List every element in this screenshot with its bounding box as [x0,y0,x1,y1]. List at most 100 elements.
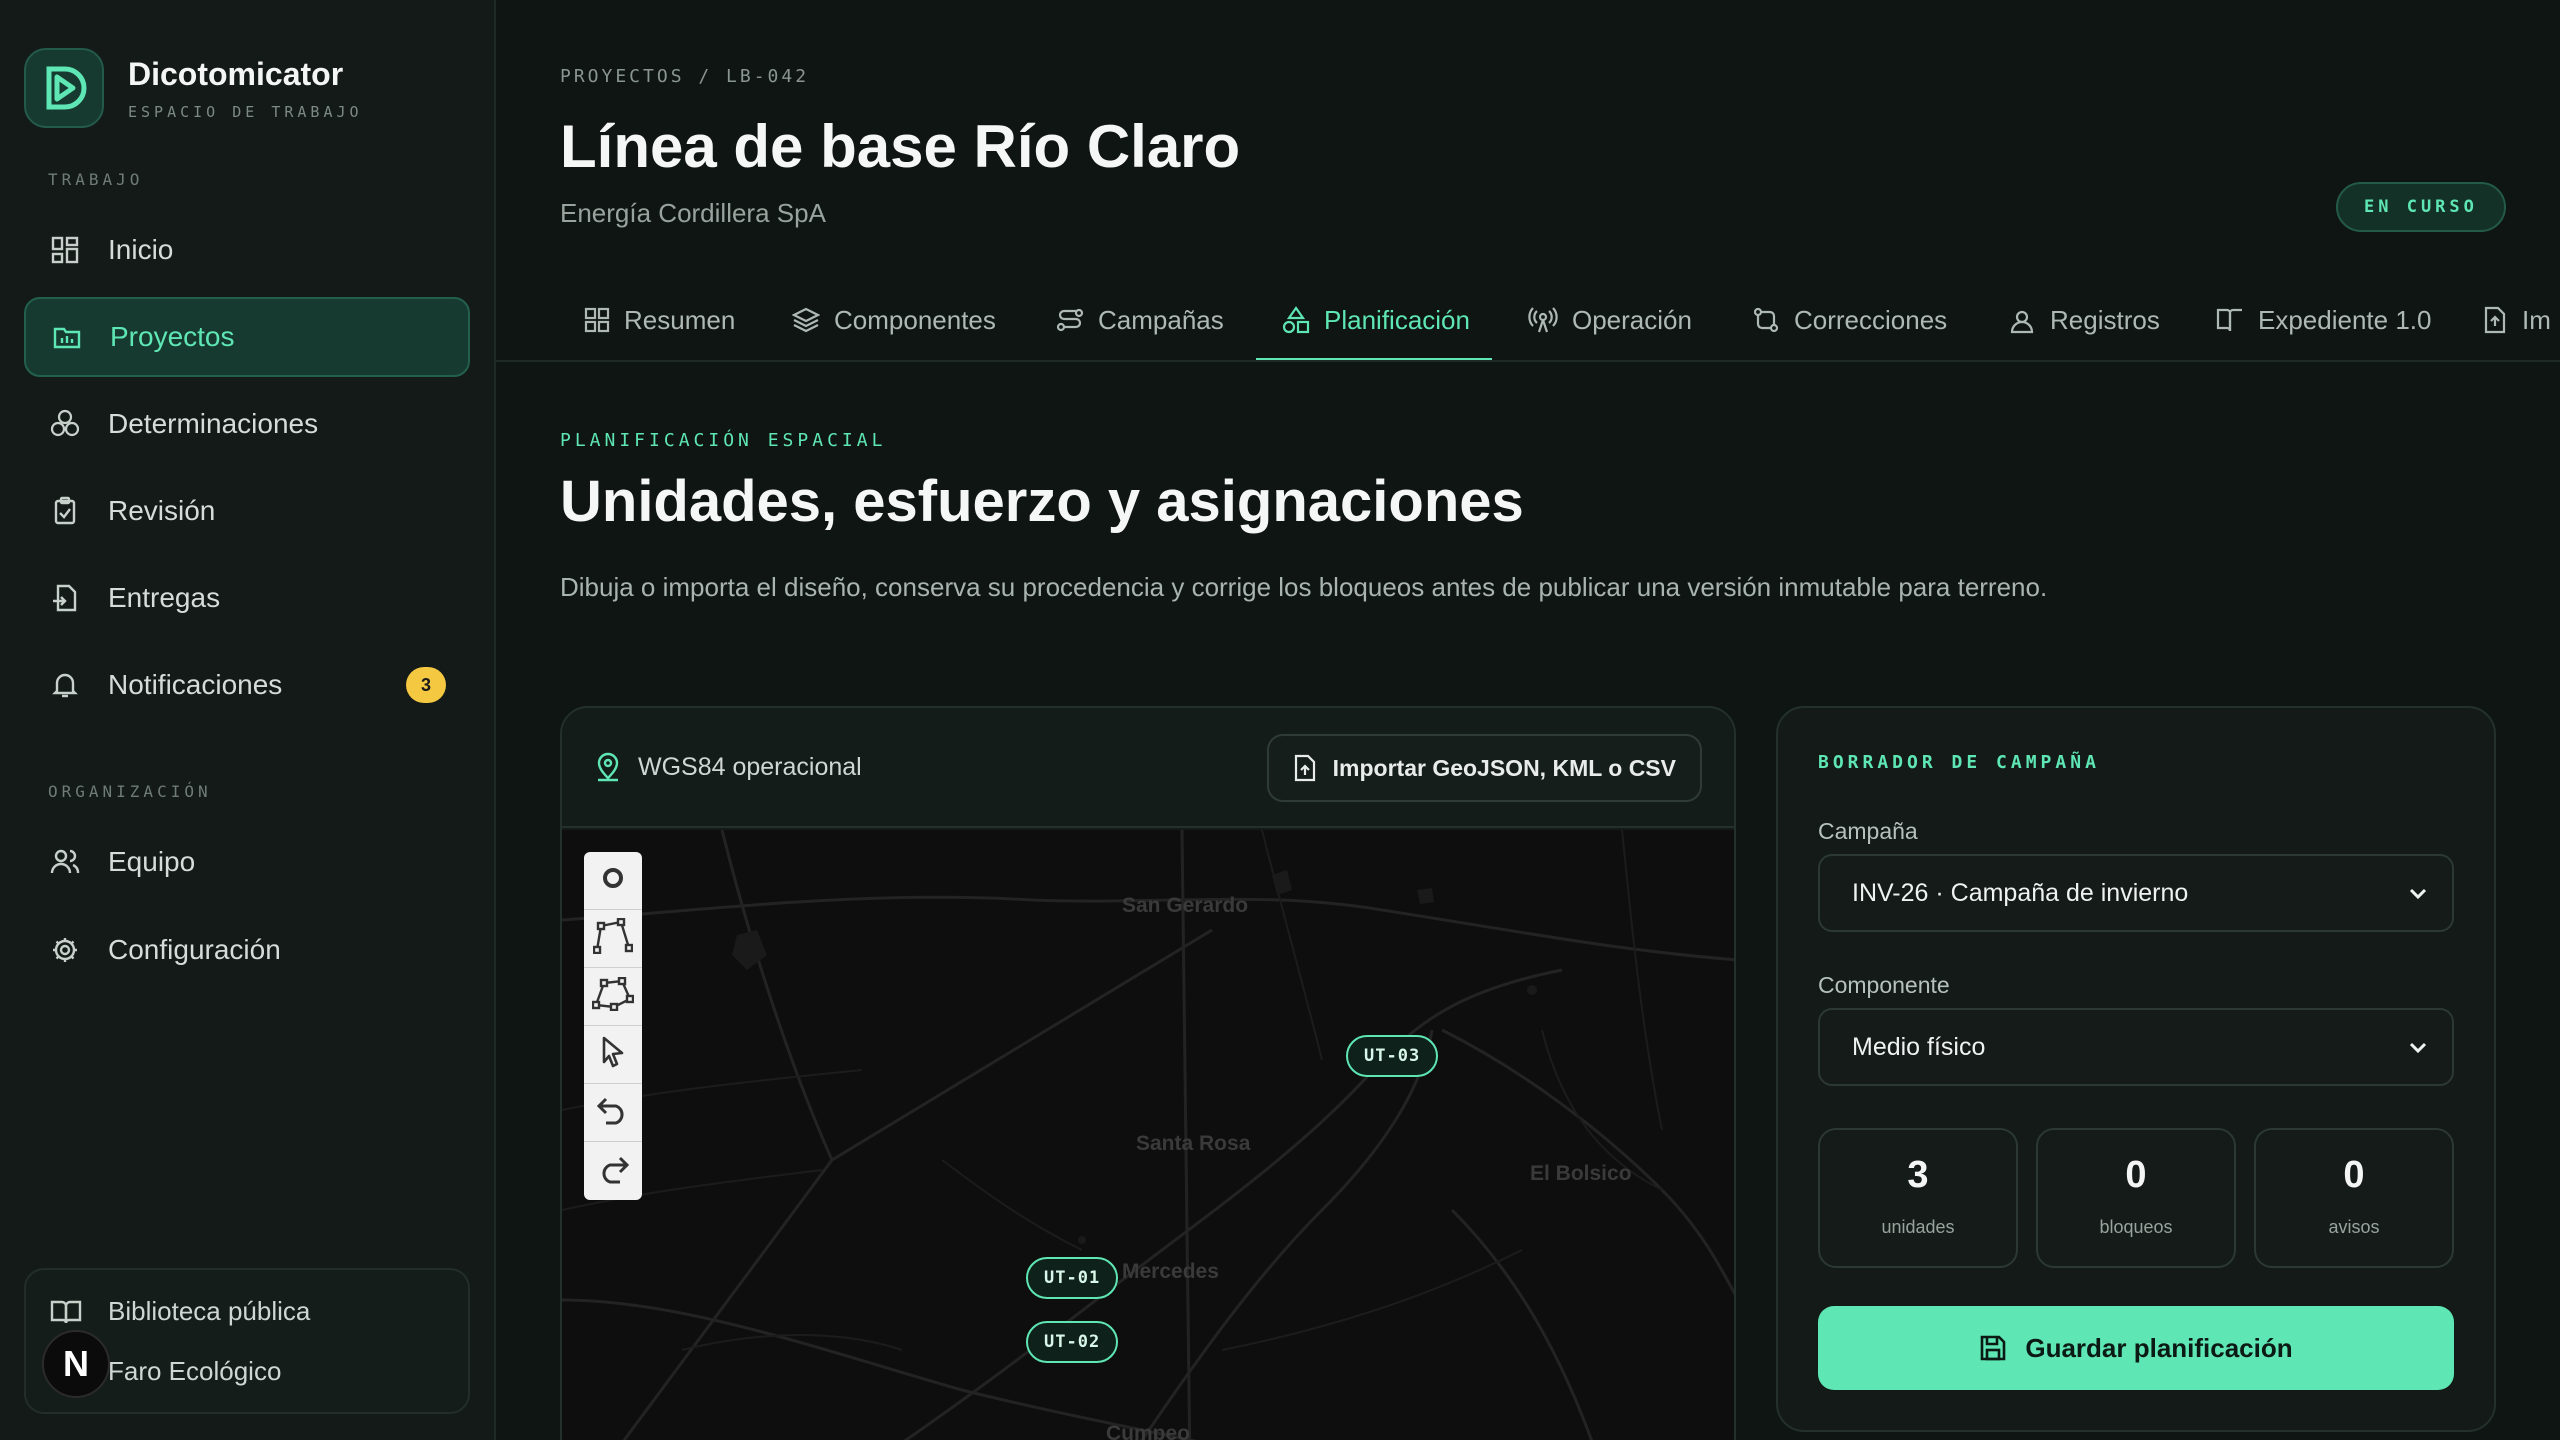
unit-marker-ut-02[interactable]: UT-02 [1026,1321,1119,1363]
sidebar-item-label: Inicio [108,234,174,265]
sidebar-item-label: Proyectos [110,321,235,352]
public-library-label: Biblioteca pública [108,1296,311,1326]
stat-label: bloqueos [2099,1217,2173,1237]
sidebar-item-label: Determinaciones [108,408,319,439]
component-field-label: Componente [1818,972,1950,998]
layers-icon [792,307,820,333]
draw-polyline-button[interactable] [584,910,642,968]
tab-resumen[interactable]: Resumen [584,278,736,360]
campaign-draft-panel: BORRADOR DE CAMPAÑA Campaña INV-26 · Cam… [1776,706,2496,1432]
tab-operacion[interactable]: Operación [1528,278,1692,360]
draw-circle-marker-button[interactable] [584,852,642,910]
users-icon [48,845,82,879]
status-badge: EN CURSO [2336,182,2506,232]
shapes-icon [1282,306,1310,334]
sidebar-item-proyectos[interactable]: Proyectos [24,297,470,377]
map-place-label: El Bolsico [1530,1162,1632,1185]
tab-label: Expediente 1.0 [2258,304,2432,335]
public-library-link[interactable]: Biblioteca pública [50,1296,310,1327]
file-import-icon [1293,754,1317,782]
folder-chart-icon [50,320,84,354]
stat-label: unidades [1881,1217,1955,1237]
tab-componentes[interactable]: Componentes [792,278,996,360]
map-canvas[interactable]: San Gerardo Santa Rosa El Bolsico Merced… [562,830,1734,1440]
app-subtitle: ESPACIO DE TRABAJO [128,102,363,121]
map-pin-icon [594,752,622,782]
import-geodata-button[interactable]: Importar GeoJSON, KML o CSV [1266,734,1702,802]
import-button-label: Importar GeoJSON, KML o CSV [1332,754,1676,781]
sidebar-item-equipo[interactable]: Equipo [24,822,470,902]
redo-icon [596,1154,630,1189]
save-planning-button[interactable]: Guardar planificación [1818,1306,2454,1390]
tab-registros[interactable]: Registros [2008,278,2160,360]
crs-label: WGS84 operacional [638,752,862,781]
sidebar-item-notificaciones[interactable]: Notificaciones 3 [24,645,470,725]
tab-label: Im [2522,304,2551,335]
select-edit-button[interactable] [584,1026,642,1084]
sidebar-item-determinaciones[interactable]: Determinaciones [24,384,470,464]
section-label-work: TRABAJO [48,170,144,189]
sidebar-item-label: Notificaciones [108,669,283,700]
stat-warnings: 0 avisos [2254,1128,2454,1268]
circle-marker-icon [600,865,626,896]
brand-logo-icon [24,48,104,128]
tab-label: Componentes [834,304,996,335]
sidebar-item-label: Configuración [108,934,281,965]
tab-importar[interactable]: Im [2482,278,2551,360]
undo-button[interactable] [584,1084,642,1142]
campaign-select-value: INV-26 · Campaña de invierno [1852,878,2189,907]
bell-icon [48,668,82,702]
avatar[interactable]: N [42,1330,110,1398]
draw-polygon-button[interactable] [584,968,642,1026]
brand[interactable]: Dicotomicator ESPACIO DE TRABAJO [24,48,363,128]
component-select[interactable]: Medio físico [1818,1008,2454,1086]
section-title: Unidades, esfuerzo y asignaciones [560,469,1524,534]
sidebar-footer: Biblioteca pública Faro Ecológico N [24,1268,470,1414]
stat-label: avisos [2328,1217,2380,1237]
sidebar-item-entregas[interactable]: Entregas [24,558,470,638]
panel-eyebrow: BORRADOR DE CAMPAÑA [1818,752,2100,773]
map-header: WGS84 operacional Importar GeoJSON, KML … [562,708,1734,828]
sidebar-item-configuracion[interactable]: Configuración [24,910,470,990]
map-place-label: Mercedes [1122,1260,1219,1283]
map-place-label: Cumpeo [1106,1422,1190,1440]
tab-correcciones[interactable]: Correcciones [1752,278,1948,360]
tab-label: Campañas [1098,304,1224,335]
breadcrumb[interactable]: PROYECTOS / LB-042 [560,66,809,87]
sidebar-item-revision[interactable]: Revisión [24,471,470,551]
page-title: Línea de base Río Claro [560,113,1241,180]
tab-expediente[interactable]: Expediente 1.0 [2216,278,2432,360]
tab-label: Correcciones [1794,304,1948,335]
stat-value: 0 [2125,1154,2147,1196]
undo-icon [596,1095,630,1130]
save-button-label: Guardar planificación [2025,1332,2293,1363]
page-subtitle: Energía Cordillera SpA [560,198,826,228]
unit-marker-ut-01[interactable]: UT-01 [1026,1257,1119,1299]
polyline-icon [592,917,634,959]
unit-marker-ut-03[interactable]: UT-03 [1346,1035,1439,1077]
section-label-organization: ORGANIZACIÓN [48,782,212,801]
select-pointer-icon [598,1035,628,1074]
draw-toolbar [584,852,642,1200]
crs-indicator: WGS84 operacional [594,752,862,782]
app-name: Dicotomicator [128,55,344,92]
sidebar-item-inicio[interactable]: Inicio [24,210,470,290]
tab-label: Resumen [624,304,736,335]
campaign-field-label: Campaña [1818,818,1918,844]
file-export-icon [48,581,82,615]
book-icon [2216,307,2244,333]
grid-icon [584,307,610,333]
chevron-down-icon [2406,1034,2430,1062]
tab-planificacion[interactable]: Planificación [1256,278,1492,360]
sidebar-item-label: Revisión [108,495,216,526]
chevron-down-icon [2406,880,2430,908]
polygon-icon [591,976,635,1016]
save-icon [1979,1334,2007,1362]
flask-cluster-icon [48,407,82,441]
organization-name[interactable]: Faro Ecológico [108,1356,281,1387]
section-description: Dibuja o importa el diseño, conserva su … [560,572,2048,602]
campaign-select[interactable]: INV-26 · Campaña de invierno [1818,854,2454,932]
redo-button[interactable] [584,1142,642,1200]
tab-campanas[interactable]: Campañas [1056,278,1224,360]
stat-blocks: 0 bloqueos [2036,1128,2236,1268]
